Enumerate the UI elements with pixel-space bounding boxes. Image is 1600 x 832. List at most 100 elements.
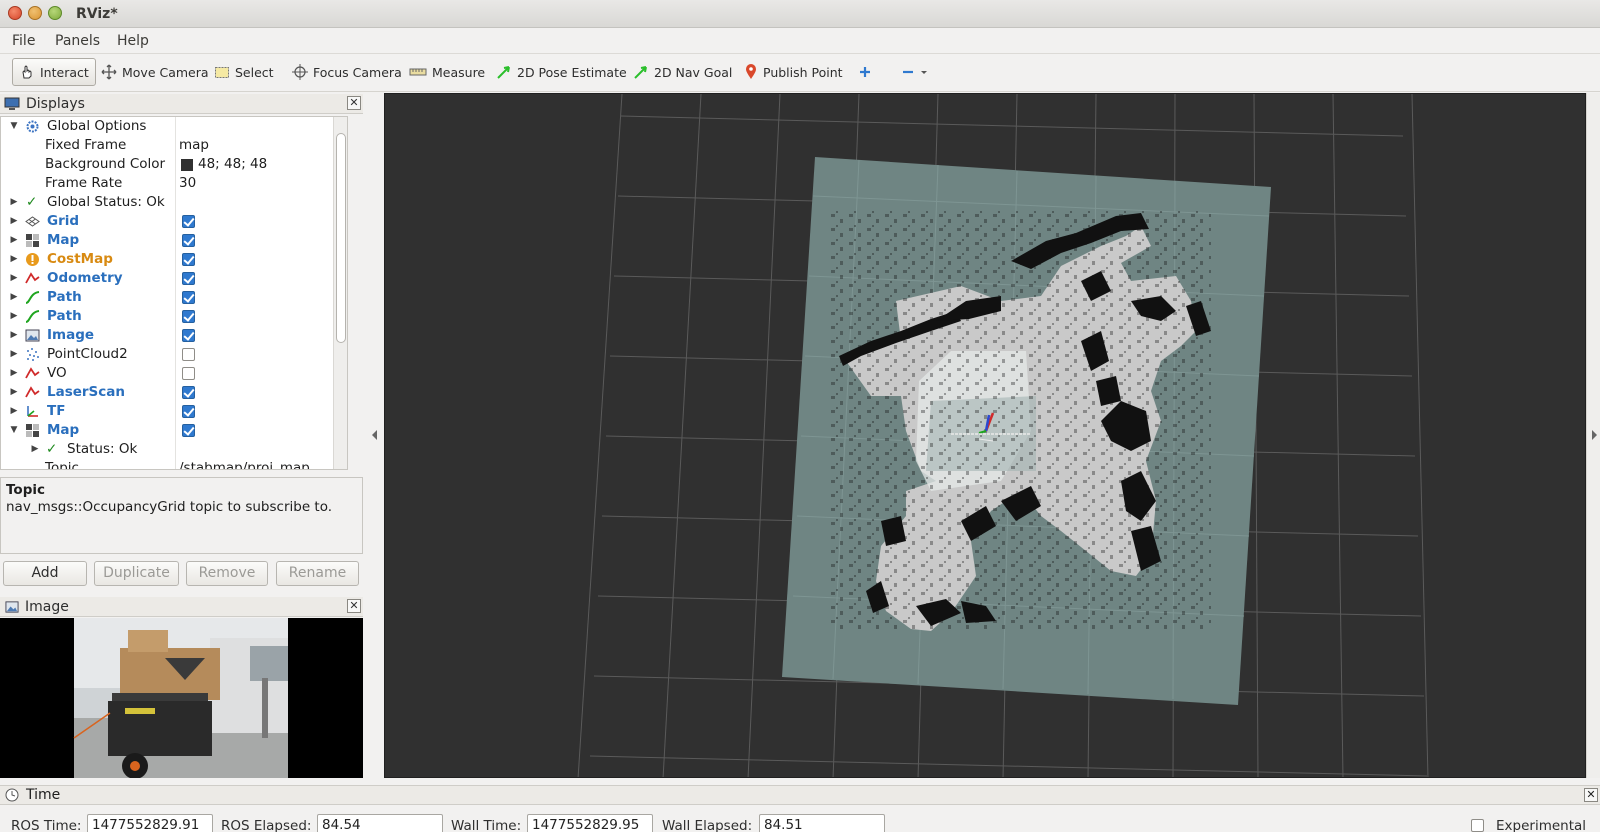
display-checkbox[interactable]: [182, 310, 195, 323]
tree-row-path[interactable]: ▶ Path: [1, 288, 347, 307]
expand-arrow-icon[interactable]: ▶: [9, 326, 19, 345]
tree-row-status-ok[interactable]: ▶ ✓ Status: Ok: [1, 440, 347, 459]
frame-rate-value[interactable]: 30: [179, 174, 196, 193]
display-checkbox[interactable]: [182, 367, 195, 380]
close-icon[interactable]: ✕: [1584, 788, 1598, 802]
tree-row-laserscan[interactable]: ▶ LaserScan: [1, 383, 347, 402]
expand-arrow-icon[interactable]: ▶: [9, 364, 19, 383]
topic-value[interactable]: /stabmap/proj_map: [179, 459, 310, 469]
expand-arrow-icon[interactable]: ▶: [9, 345, 19, 364]
display-checkbox[interactable]: [182, 291, 195, 304]
crosshair-icon: [292, 64, 308, 80]
expand-arrow-icon[interactable]: ▶: [9, 269, 19, 288]
tree-label: TF: [47, 403, 66, 419]
tree-row-global-options[interactable]: ▼ Global Options: [1, 117, 347, 136]
close-icon[interactable]: ✕: [347, 599, 361, 613]
tree-row-map[interactable]: ▶ Map: [1, 231, 347, 250]
ros-elapsed-field[interactable]: 84.54: [317, 814, 443, 832]
tree-row-pointcloud2[interactable]: ▶ PointCloud2: [1, 345, 347, 364]
monitor-icon: [4, 97, 20, 110]
menu-panels[interactable]: Panels: [55, 33, 100, 49]
display-checkbox[interactable]: [182, 405, 195, 418]
wall-elapsed-field[interactable]: 84.51: [759, 814, 885, 832]
tree-label: LaserScan: [47, 384, 126, 400]
add-tool-button[interactable]: [852, 58, 878, 86]
panel-splitter[interactable]: [364, 93, 384, 778]
tree-row-odometry[interactable]: ▶ Odometry: [1, 269, 347, 288]
tree-row-vo[interactable]: ▶ VO: [1, 364, 347, 383]
expand-arrow-icon[interactable]: ▶: [9, 193, 19, 212]
ros-time-field[interactable]: 1477552829.91: [87, 814, 213, 832]
focus-camera-tool-button[interactable]: Focus Camera: [286, 58, 408, 86]
axes-icon: [27, 406, 38, 417]
add-button[interactable]: Add: [3, 561, 87, 586]
scrollbar-thumb[interactable]: [336, 133, 346, 343]
tree-row-global-status[interactable]: ▶ ✓ Global Status: Ok: [1, 193, 347, 212]
expand-arrow-icon[interactable]: ▶: [9, 288, 19, 307]
pose-estimate-tool-button[interactable]: 2D Pose Estimate: [490, 58, 633, 86]
nav-goal-tool-button[interactable]: 2D Nav Goal: [627, 58, 738, 86]
measure-tool-button[interactable]: Measure: [403, 58, 491, 86]
tree-row-map[interactable]: ▼ Map: [1, 421, 347, 440]
menu-file[interactable]: File: [12, 33, 35, 49]
occupancy-map-render: [577, 94, 1429, 777]
expand-arrow-icon[interactable]: ▶: [9, 307, 19, 326]
display-checkbox[interactable]: [182, 348, 195, 361]
menu-help[interactable]: Help: [117, 33, 149, 49]
background-color-value[interactable]: 48; 48; 48: [198, 155, 267, 174]
rename-button[interactable]: Rename: [276, 561, 359, 586]
tree-scrollbar[interactable]: [333, 117, 347, 469]
tree-row-background-color[interactable]: Background Color 48; 48; 48: [1, 155, 347, 174]
expand-arrow-icon[interactable]: ▶: [9, 250, 19, 269]
display-checkbox[interactable]: [182, 424, 195, 437]
select-label: Select: [235, 64, 274, 80]
display-checkbox[interactable]: [182, 272, 195, 285]
publish-point-tool-button[interactable]: Publish Point: [738, 58, 849, 86]
display-checkbox[interactable]: [182, 234, 195, 247]
select-tool-button[interactable]: Select: [208, 58, 280, 86]
window-close-button[interactable]: [8, 6, 22, 20]
property-description: Topic nav_msgs::OccupancyGrid topic to s…: [0, 477, 363, 554]
tree-label: Odometry: [47, 270, 123, 286]
display-checkbox[interactable]: [182, 253, 195, 266]
tree-row-tf[interactable]: ▶ TF: [1, 402, 347, 421]
tree-label: Topic: [45, 460, 79, 470]
expand-arrow-icon[interactable]: ▶: [9, 402, 19, 421]
tree-label: Status: Ok: [67, 441, 138, 457]
display-checkbox[interactable]: [182, 215, 195, 228]
close-icon[interactable]: ✕: [347, 96, 361, 110]
expand-arrow-icon[interactable]: ▼: [9, 117, 19, 136]
pointcloud-icon: [27, 348, 39, 361]
remove-button[interactable]: Remove: [186, 561, 268, 586]
color-swatch: [181, 159, 193, 171]
tree-row-path[interactable]: ▶ Path: [1, 307, 347, 326]
3d-render-view[interactable]: [384, 93, 1586, 778]
duplicate-button[interactable]: Duplicate: [94, 561, 179, 586]
expand-arrow-icon[interactable]: ▼: [9, 421, 19, 440]
expand-arrow-icon[interactable]: ▶: [9, 212, 19, 231]
displays-tree: ▼ Global Options Fixed Frame map Backgro…: [0, 116, 348, 470]
expand-arrow-icon[interactable]: ▶: [9, 383, 19, 402]
tree-row-topic[interactable]: Topic /stabmap/proj_map: [1, 459, 347, 470]
tree-row-costmap[interactable]: ▶ CostMap: [1, 250, 347, 269]
display-checkbox[interactable]: [182, 386, 195, 399]
expand-arrow-icon[interactable]: ▶: [9, 231, 19, 250]
tree-row-fixed-frame[interactable]: Fixed Frame map: [1, 136, 347, 155]
fixed-frame-value[interactable]: map: [179, 136, 209, 155]
select-rect-icon: [215, 67, 229, 78]
ruler-icon: [409, 68, 427, 76]
window-maximize-button[interactable]: [48, 6, 62, 20]
experimental-checkbox[interactable]: [1471, 819, 1484, 832]
view-scrollbar[interactable]: [1586, 93, 1600, 778]
warning-icon: [26, 253, 39, 266]
move-camera-tool-button[interactable]: Move Camera: [95, 58, 215, 86]
tree-row-grid[interactable]: ▶ Grid: [1, 212, 347, 231]
display-checkbox[interactable]: [182, 329, 195, 342]
interact-tool-button[interactable]: Interact: [12, 58, 96, 86]
window-minimize-button[interactable]: [28, 6, 42, 20]
tree-row-frame-rate[interactable]: Frame Rate 30: [1, 174, 347, 193]
tree-row-image[interactable]: ▶ Image: [1, 326, 347, 345]
expand-arrow-icon[interactable]: ▶: [30, 440, 40, 459]
remove-tool-button[interactable]: [895, 58, 934, 86]
wall-time-field[interactable]: 1477552829.95: [527, 814, 653, 832]
